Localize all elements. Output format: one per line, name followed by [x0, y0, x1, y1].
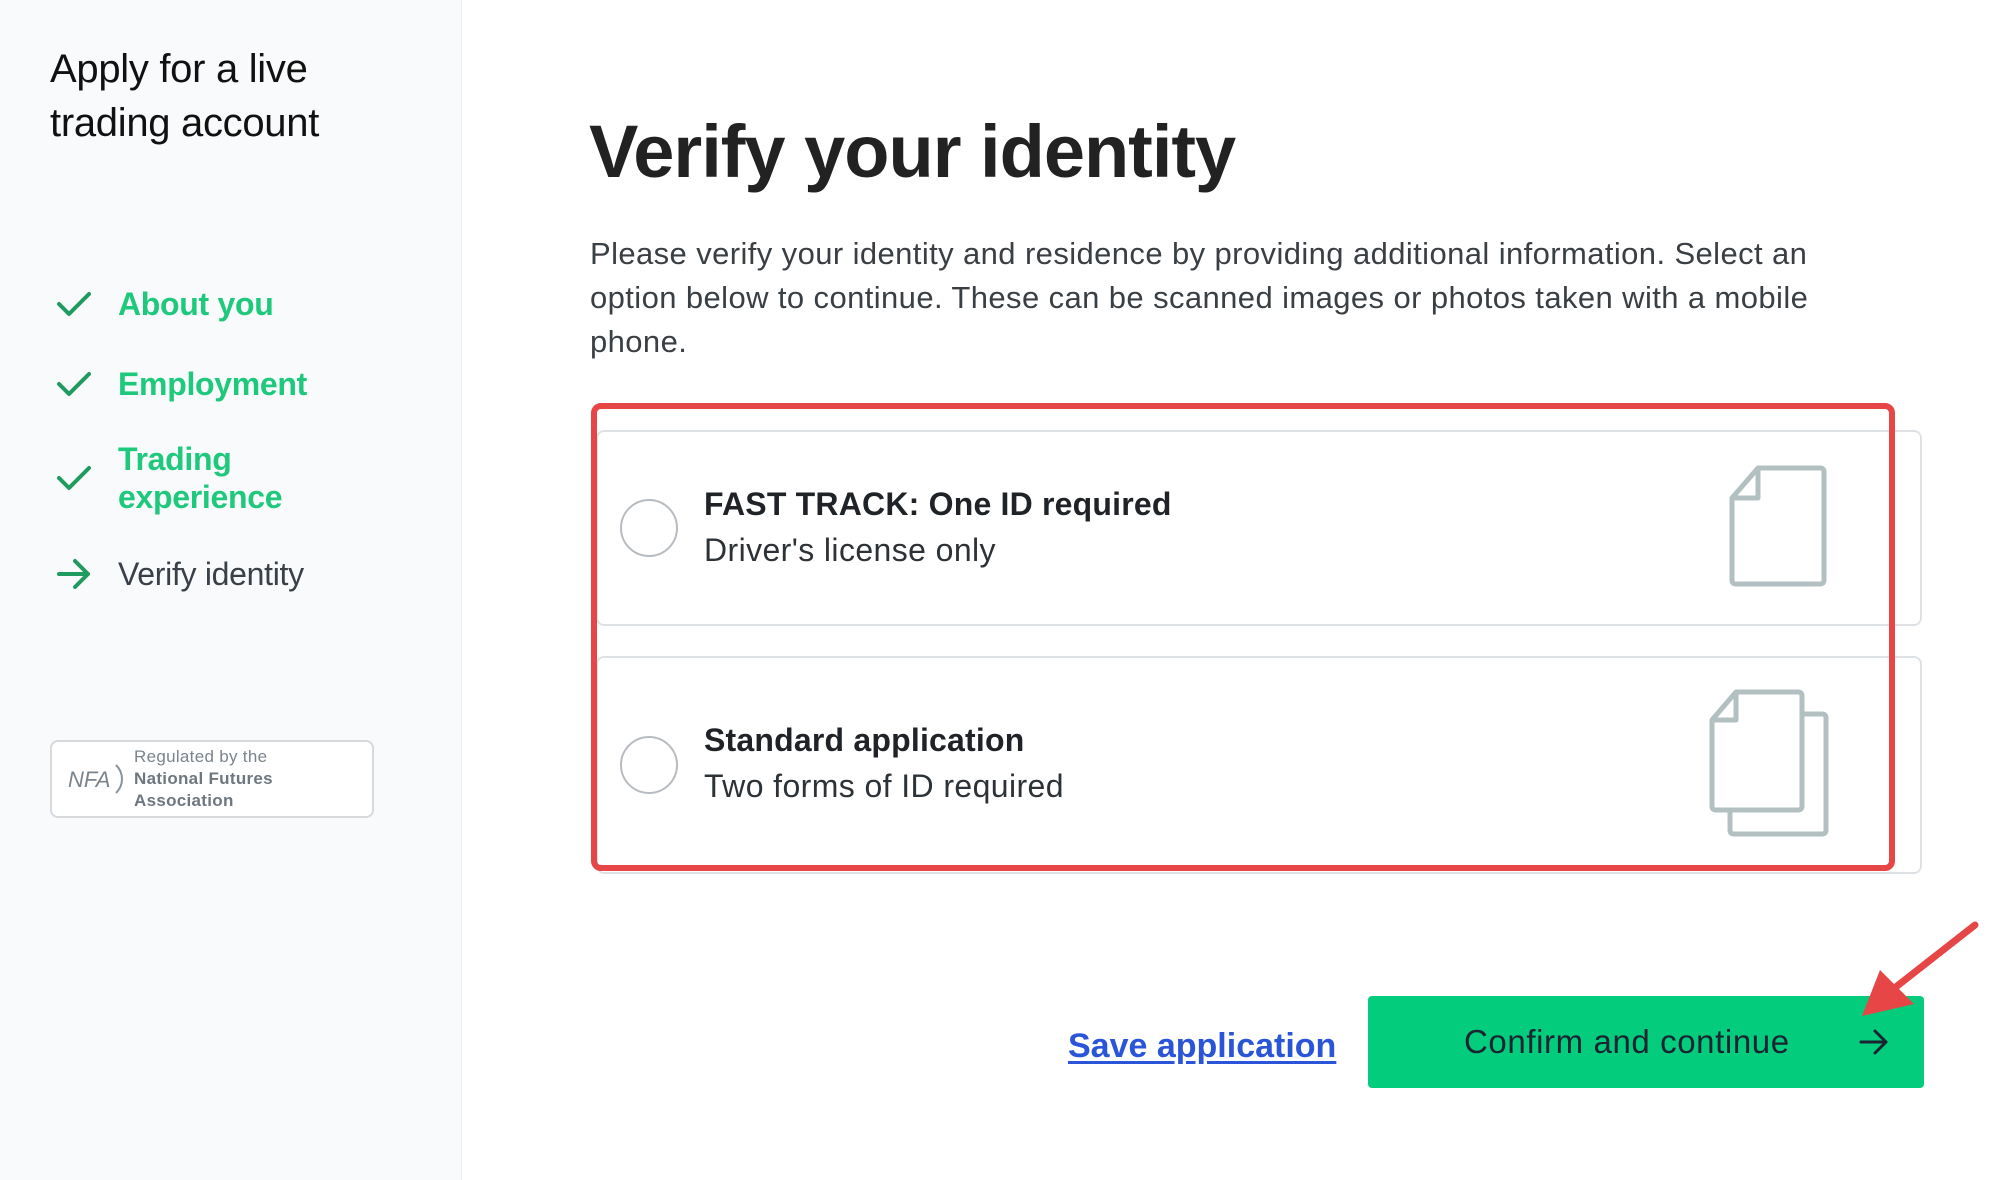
step-verify-identity[interactable]: Verify identity: [52, 552, 304, 596]
two-documents-icon: [1709, 689, 1829, 837]
step-employment[interactable]: Employment: [52, 362, 307, 406]
option-standard-application[interactable]: Standard application Two forms of ID req…: [596, 656, 1922, 874]
page-description: Please verify your identity and residenc…: [590, 236, 1809, 359]
svg-text:NFA: NFA: [68, 767, 110, 792]
check-icon: [52, 362, 96, 406]
arrow-right-icon: [1859, 1029, 1888, 1055]
option-subtitle: Two forms of ID required: [704, 768, 1064, 804]
check-icon: [52, 282, 96, 326]
single-document-icon: [1729, 465, 1827, 587]
nfa-logo: NFA: [68, 764, 123, 794]
standard-application-radio[interactable]: [620, 736, 678, 794]
save-application-link[interactable]: Save application: [1068, 1024, 1336, 1068]
nfa-line-3: Association: [134, 791, 234, 810]
fast-track-radio[interactable]: [620, 499, 678, 557]
option-title: FAST TRACK: One ID required: [704, 486, 1172, 522]
page-title: Verify your identity: [589, 110, 1236, 193]
step-label: Verify identity: [118, 556, 304, 592]
nfa-line-2: National Futures: [134, 769, 273, 788]
nfa-badge: NFA Regulated by the National Futures As…: [50, 740, 374, 818]
option-title: Standard application: [704, 722, 1025, 758]
option-subtitle: Driver's license only: [704, 532, 996, 568]
arrow-right-icon: [52, 552, 96, 596]
check-icon: [52, 456, 96, 500]
step-about-you[interactable]: About you: [52, 282, 274, 326]
step-label: Employment: [118, 366, 308, 402]
sidebar: Apply for a live trading account About y…: [0, 0, 462, 1180]
annotation-arrow-icon: [1862, 921, 1979, 1016]
step-label: Trading experience: [118, 441, 283, 515]
step-trading-experience[interactable]: Trading experience: [52, 440, 318, 516]
nfa-line-1: Regulated by the: [134, 747, 268, 766]
nfa-text: Regulated by the National Futures Associ…: [134, 746, 273, 812]
sidebar-title: Apply for a live trading account: [50, 47, 320, 145]
step-label: About you: [118, 286, 274, 322]
option-fast-track[interactable]: FAST TRACK: One ID required Driver's lic…: [596, 430, 1922, 626]
confirm-button-label: Confirm and continue: [1464, 1023, 1790, 1060]
